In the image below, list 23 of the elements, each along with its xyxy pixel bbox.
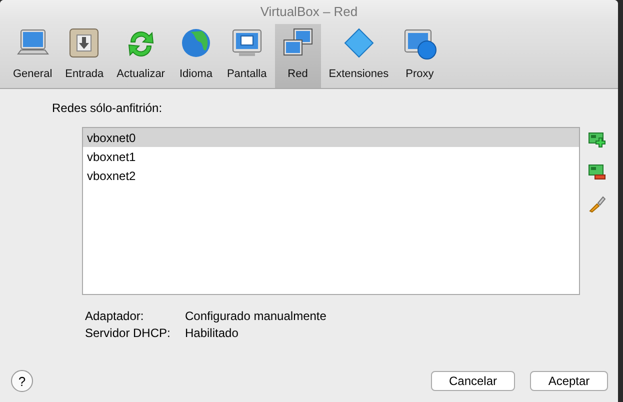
dialog-button[interactable]: Aceptar xyxy=(530,371,608,391)
toolbar-tab[interactable]: Proxy xyxy=(396,24,443,88)
toolbar-tab[interactable]: General xyxy=(8,24,58,88)
add-network-icon[interactable] xyxy=(588,131,606,149)
toolbar-tab[interactable]: Idioma xyxy=(172,24,219,88)
list-item[interactable]: vboxnet2 xyxy=(83,166,579,185)
toolbar-tab[interactable]: Extensiones xyxy=(324,24,394,88)
help-button[interactable]: ? xyxy=(11,370,33,392)
edit-icon[interactable] xyxy=(588,195,606,213)
detail-value: Configurado manualmente xyxy=(185,309,328,323)
section-label: Redes sólo-anfitrión: xyxy=(52,101,164,115)
list-item[interactable]: vboxnet0 xyxy=(83,128,579,147)
toolbar-tab[interactable]: Actualizar xyxy=(112,24,170,88)
toolbar-tab[interactable]: Entrada xyxy=(60,24,109,88)
dialog-button[interactable]: Cancelar xyxy=(431,371,515,391)
remove-network-icon[interactable] xyxy=(588,163,606,181)
toolbar-tab[interactable]: Red xyxy=(274,24,321,88)
window-title: VirtualBox – Red xyxy=(260,4,358,18)
detail-value: Habilitado xyxy=(185,326,240,340)
detail-label: Servidor DHCP: xyxy=(85,326,172,340)
toolbar-tab[interactable]: Pantalla xyxy=(222,24,272,88)
detail-label: Adaptador: xyxy=(85,309,145,323)
list-item[interactable]: vboxnet1 xyxy=(83,147,579,166)
